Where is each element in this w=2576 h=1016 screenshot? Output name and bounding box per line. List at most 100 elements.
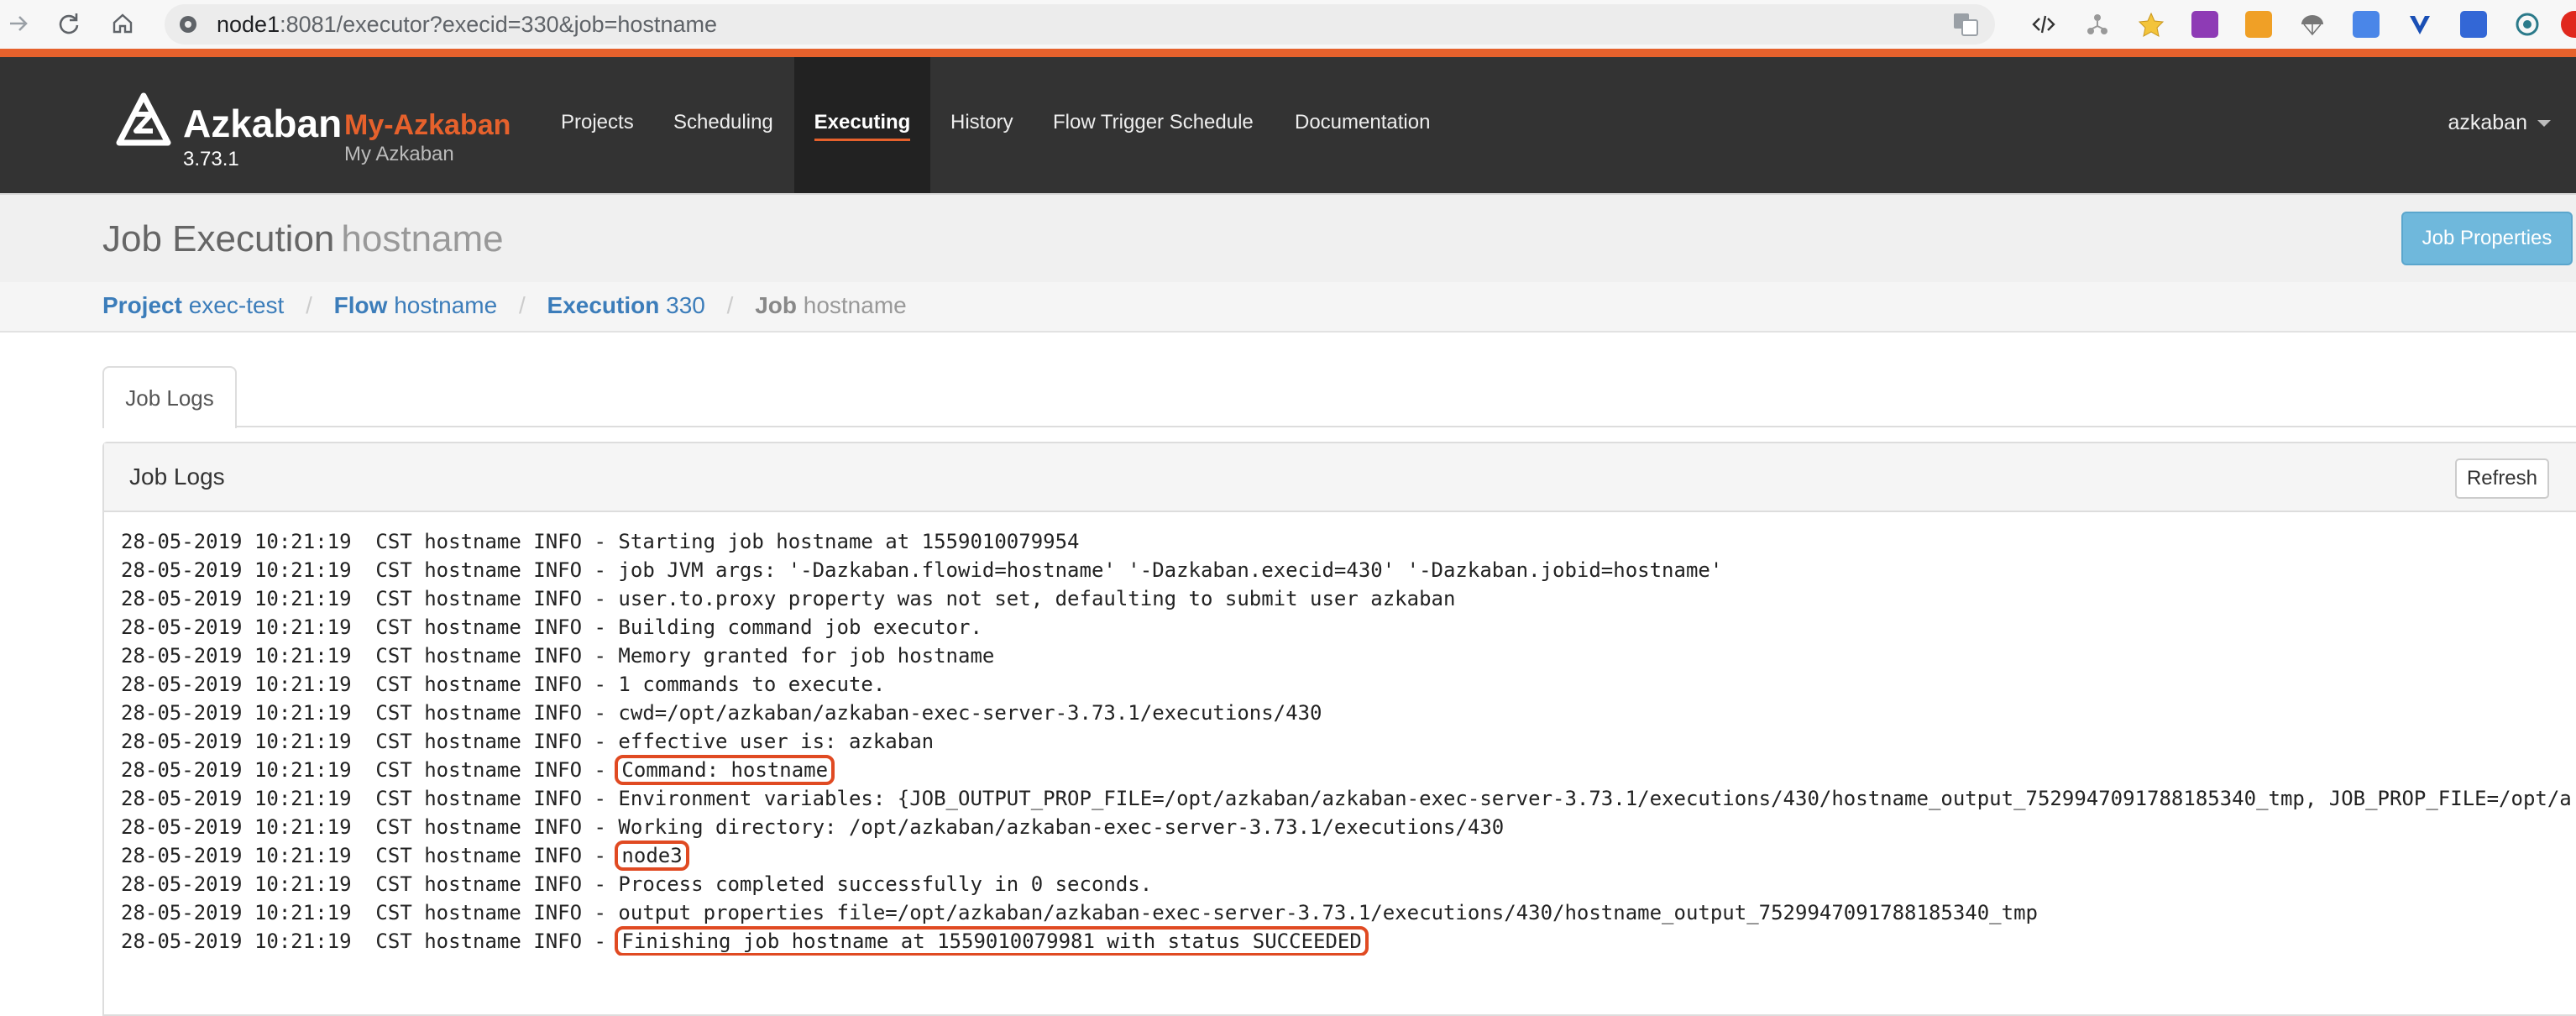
breadcrumb-job-current: hostname xyxy=(803,292,907,318)
breadcrumb-separator: / xyxy=(306,292,312,318)
red-extension-icon[interactable] xyxy=(2561,11,2576,38)
breadcrumb-project-link[interactable]: exec-test xyxy=(189,292,285,318)
accent-strip xyxy=(0,49,2576,57)
log-line: 28-05-2019 10:21:19 CST hostname INFO - … xyxy=(121,727,2573,756)
azkaban-logo-icon[interactable] xyxy=(116,92,171,148)
tree-extension-icon[interactable] xyxy=(2084,11,2111,38)
page-title: Job Execution hostname xyxy=(102,218,504,260)
log-line: 28-05-2019 10:21:19 CST hostname INFO - … xyxy=(121,755,2573,785)
log-message: Starting job hostname at 1559010079954 xyxy=(618,530,1080,553)
code-extension-icon[interactable] xyxy=(2030,11,2057,38)
nav-label: Scheduling xyxy=(673,111,773,134)
panel-title: Job Logs xyxy=(129,463,225,490)
circle-extension-icon[interactable] xyxy=(2514,11,2541,38)
log-prefix: 28-05-2019 10:21:19 CST hostname INFO - xyxy=(121,730,619,753)
purple-extension-icon[interactable] xyxy=(2191,11,2218,38)
page-header: Job Execution hostname Job Properties xyxy=(0,193,2576,284)
translate-icon[interactable] xyxy=(1953,13,1978,36)
orange-extension-icon[interactable] xyxy=(2245,11,2272,38)
user-name: azkaban xyxy=(2448,111,2527,134)
nav-label: Flow Trigger Schedule xyxy=(1053,111,1254,134)
log-prefix: 28-05-2019 10:21:19 CST hostname INFO - xyxy=(121,673,619,696)
log-message: Process completed successfully in 0 seco… xyxy=(618,872,1153,896)
breadcrumb-separator: / xyxy=(518,292,526,318)
log-line: 28-05-2019 10:21:19 CST hostname INFO - … xyxy=(121,699,2573,727)
job-properties-button[interactable]: Job Properties xyxy=(2401,212,2573,265)
log-line: 28-05-2019 10:21:19 CST hostname INFO - … xyxy=(121,841,2573,871)
log-message: cwd=/opt/azkaban/azkaban-exec-server-3.7… xyxy=(618,701,1322,725)
breadcrumb-execution-key[interactable]: Execution xyxy=(547,292,660,318)
log-prefix: 28-05-2019 10:21:19 CST hostname INFO - xyxy=(121,558,619,582)
home-button[interactable] xyxy=(104,5,141,42)
url-path: :8081/executor?execid=330&job=hostname xyxy=(280,12,717,37)
job-logs-panel: Job Logs Refresh 28-05-2019 10:21:19 CST… xyxy=(102,442,2576,1016)
log-prefix: 28-05-2019 10:21:19 CST hostname INFO - xyxy=(121,701,619,725)
log-line: 28-05-2019 10:21:19 CST hostname INFO - … xyxy=(121,584,2573,613)
address-bar[interactable]: node1:8081/executor?execid=330&job=hostn… xyxy=(165,4,1995,45)
star-extension-icon[interactable] xyxy=(2138,11,2165,38)
breadcrumb-project-key[interactable]: Project xyxy=(102,292,182,318)
nav-label: Projects xyxy=(561,111,634,134)
page-title-main: Job Execution xyxy=(102,218,335,259)
version-label: 3.73.1 xyxy=(183,148,239,170)
log-message: Environment variables: {JOB_OUTPUT_PROP_… xyxy=(618,787,2573,810)
nav-label: History xyxy=(950,111,1013,134)
url-text[interactable]: node1:8081/executor?execid=330&job=hostn… xyxy=(217,4,717,45)
log-message: user.to.proxy property was not set, defa… xyxy=(618,587,1456,610)
user-menu[interactable]: azkaban xyxy=(2448,57,2551,188)
panel-header: Job Logs Refresh xyxy=(104,443,2576,512)
app-header: Azkaban 3.73.1 My-Azkaban My Azkaban Pro… xyxy=(0,57,2576,193)
log-line: 28-05-2019 10:21:19 CST hostname INFO - … xyxy=(121,898,2573,927)
breadcrumb-execution-link[interactable]: 330 xyxy=(666,292,705,318)
environment-name: My-Azkaban xyxy=(344,109,511,141)
highlighted-log-message: node3 xyxy=(615,841,689,871)
browser-toolbar: node1:8081/executor?execid=330&job=hostn… xyxy=(0,0,2576,49)
reload-icon xyxy=(59,13,79,34)
log-message: effective user is: azkaban xyxy=(618,730,935,753)
google-translate-extension-icon[interactable] xyxy=(2353,11,2380,38)
page-title-job: hostname xyxy=(341,218,504,259)
brand-name[interactable]: Azkaban xyxy=(183,101,342,146)
log-line: 28-05-2019 10:21:19 CST hostname INFO - … xyxy=(121,556,2573,584)
nav-documentation[interactable]: Documentation xyxy=(1295,57,1430,193)
log-output[interactable]: 28-05-2019 10:21:19 CST hostname INFO - … xyxy=(121,527,2573,956)
nav-label: Executing xyxy=(814,111,911,141)
log-line: 28-05-2019 10:21:19 CST hostname INFO - … xyxy=(121,784,2573,813)
log-prefix: 28-05-2019 10:21:19 CST hostname INFO - xyxy=(121,787,619,810)
highlighted-log-message: Command: hostname xyxy=(615,755,835,785)
log-prefix: 28-05-2019 10:21:19 CST hostname INFO - xyxy=(121,587,619,610)
breadcrumb-flow-link[interactable]: hostname xyxy=(394,292,497,318)
log-message: output properties file=/opt/azkaban/azka… xyxy=(618,901,2038,924)
log-prefix: 28-05-2019 10:21:19 CST hostname INFO - xyxy=(121,530,619,553)
nav-executing[interactable]: Executing xyxy=(794,57,930,193)
refresh-button[interactable]: Refresh xyxy=(2455,458,2549,499)
nav-scheduling[interactable]: Scheduling xyxy=(673,57,773,193)
log-line: 28-05-2019 10:21:19 CST hostname INFO - … xyxy=(121,870,2573,898)
log-prefix: 28-05-2019 10:21:19 CST hostname INFO - xyxy=(121,872,619,896)
log-prefix: 28-05-2019 10:21:19 CST hostname INFO - xyxy=(121,930,619,953)
blue-extension-icon[interactable] xyxy=(2460,11,2487,38)
parachute-extension-icon[interactable] xyxy=(2299,11,2326,38)
log-message: Building command job executor. xyxy=(618,615,982,639)
log-prefix: 28-05-2019 10:21:19 CST hostname INFO - xyxy=(121,644,619,668)
tabs-divider xyxy=(102,426,2576,427)
log-line: 28-05-2019 10:21:19 CST hostname INFO - … xyxy=(121,926,2573,956)
site-info-icon[interactable] xyxy=(178,14,198,34)
log-line: 28-05-2019 10:21:19 CST hostname INFO - … xyxy=(121,527,2573,556)
caret-down-icon xyxy=(2537,120,2551,128)
highlighted-log-message: Finishing job hostname at 1559010079981 … xyxy=(615,926,1369,956)
log-prefix: 28-05-2019 10:21:19 CST hostname INFO - xyxy=(121,758,619,782)
tab-job-logs[interactable]: Job Logs xyxy=(102,366,237,428)
back-button[interactable] xyxy=(0,5,37,42)
log-message: job JVM args: '-Dazkaban.flowid=hostname… xyxy=(618,558,1723,582)
log-line: 28-05-2019 10:21:19 CST hostname INFO - … xyxy=(121,670,2573,699)
arrow-right-icon xyxy=(10,16,28,31)
breadcrumb-flow-key[interactable]: Flow xyxy=(334,292,388,318)
v-extension-icon[interactable] xyxy=(2406,11,2433,38)
reload-button[interactable] xyxy=(50,5,87,42)
nav-projects[interactable]: Projects xyxy=(561,57,634,193)
nav-history[interactable]: History xyxy=(950,57,1013,193)
breadcrumb: Project exec-test / Flow hostname / Exec… xyxy=(0,282,2576,333)
log-prefix: 28-05-2019 10:21:19 CST hostname INFO - xyxy=(121,844,619,867)
nav-flow-trigger-schedule[interactable]: Flow Trigger Schedule xyxy=(1053,57,1254,193)
